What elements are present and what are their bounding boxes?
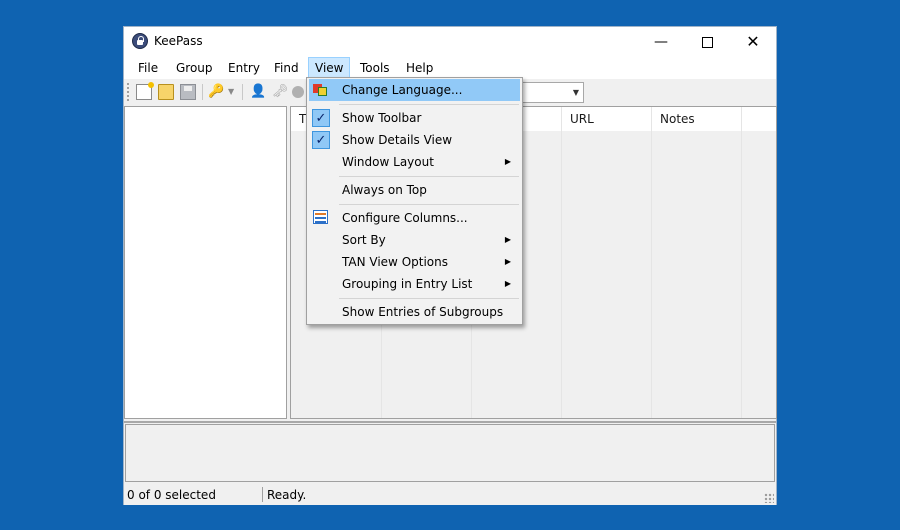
menu-item-configure-columns[interactable]: Configure Columns...	[309, 207, 520, 229]
menu-entry[interactable]: Entry	[228, 61, 260, 75]
menu-help[interactable]: Help	[406, 61, 433, 75]
maximize-button[interactable]	[684, 27, 730, 57]
copy-password-icon[interactable]: 🗝	[272, 84, 289, 100]
column-divider	[651, 107, 652, 418]
menu-item-window-layout[interactable]: Window Layout ▶	[309, 151, 520, 173]
column-divider	[561, 107, 562, 418]
add-entry-icon[interactable]: 🔑	[208, 84, 224, 100]
menu-item-always-on-top[interactable]: Always on Top	[309, 179, 520, 201]
menu-item-grouping-in-entry-list[interactable]: Grouping in Entry List ▶	[309, 273, 520, 295]
new-database-icon[interactable]	[136, 82, 154, 100]
menu-bar: File Group Entry Find View Tools Help	[124, 57, 776, 79]
menu-view[interactable]: View	[308, 57, 351, 79]
open-url-icon[interactable]	[292, 86, 304, 98]
column-notes-header[interactable]: Notes	[652, 107, 742, 131]
minimize-button[interactable]: —	[638, 27, 684, 57]
configure-columns-icon	[313, 210, 328, 224]
menu-item-show-details-view[interactable]: ✓ Show Details View	[309, 129, 520, 151]
status-separator	[262, 487, 263, 502]
toolbar-grip[interactable]	[127, 83, 129, 101]
menu-tools[interactable]: Tools	[360, 61, 390, 75]
resize-grip[interactable]	[764, 493, 774, 503]
add-entry-dropdown-icon[interactable]: ▼	[228, 84, 234, 100]
chevron-down-icon: ▼	[572, 88, 579, 97]
toolbar-separator	[242, 84, 243, 100]
status-bar: 0 of 0 selected Ready.	[124, 485, 776, 505]
save-database-icon[interactable]	[180, 84, 196, 100]
horizontal-splitter[interactable]	[124, 421, 776, 423]
menu-item-change-language[interactable]: Change Language...	[309, 79, 520, 101]
selection-status: 0 of 0 selected	[127, 488, 216, 502]
open-database-icon[interactable]	[158, 84, 174, 100]
column-url-header[interactable]: URL	[562, 107, 652, 131]
checkmark-icon: ✓	[312, 109, 330, 127]
maximize-icon	[701, 36, 713, 48]
window-title: KeePass	[154, 34, 203, 48]
menu-item-sort-by[interactable]: Sort By ▶	[309, 229, 520, 251]
menu-item-show-toolbar[interactable]: ✓ Show Toolbar	[309, 107, 520, 129]
copy-username-icon[interactable]: 👤	[250, 84, 266, 100]
menu-file[interactable]: File	[138, 61, 158, 75]
checkmark-icon: ✓	[312, 131, 330, 149]
title-bar: KeePass — ✕	[124, 27, 776, 57]
quick-search-combo[interactable]: ▼	[522, 82, 584, 103]
view-menu-dropdown: Change Language... ✓ Show Toolbar ✓ Show…	[306, 77, 523, 325]
submenu-arrow-icon: ▶	[504, 279, 511, 288]
column-divider	[741, 107, 742, 418]
menu-separator	[339, 204, 519, 205]
menu-separator	[339, 176, 519, 177]
submenu-arrow-icon: ▶	[504, 157, 511, 166]
toolbar-separator	[202, 84, 203, 100]
menu-item-tan-view-options[interactable]: TAN View Options ▶	[309, 251, 520, 273]
close-button[interactable]: ✕	[730, 27, 776, 57]
menu-find[interactable]: Find	[274, 61, 299, 75]
menu-group[interactable]: Group	[176, 61, 213, 75]
language-icon	[313, 84, 327, 96]
submenu-arrow-icon: ▶	[504, 257, 511, 266]
menu-separator	[339, 104, 519, 105]
entry-details-pane	[125, 424, 775, 482]
menu-separator	[339, 298, 519, 299]
submenu-arrow-icon: ▶	[504, 235, 511, 244]
status-message: Ready.	[267, 488, 307, 502]
group-tree-pane[interactable]	[124, 106, 287, 419]
keepass-lock-icon	[132, 33, 148, 49]
menu-item-show-entries-of-subgroups[interactable]: Show Entries of Subgroups	[309, 301, 520, 323]
